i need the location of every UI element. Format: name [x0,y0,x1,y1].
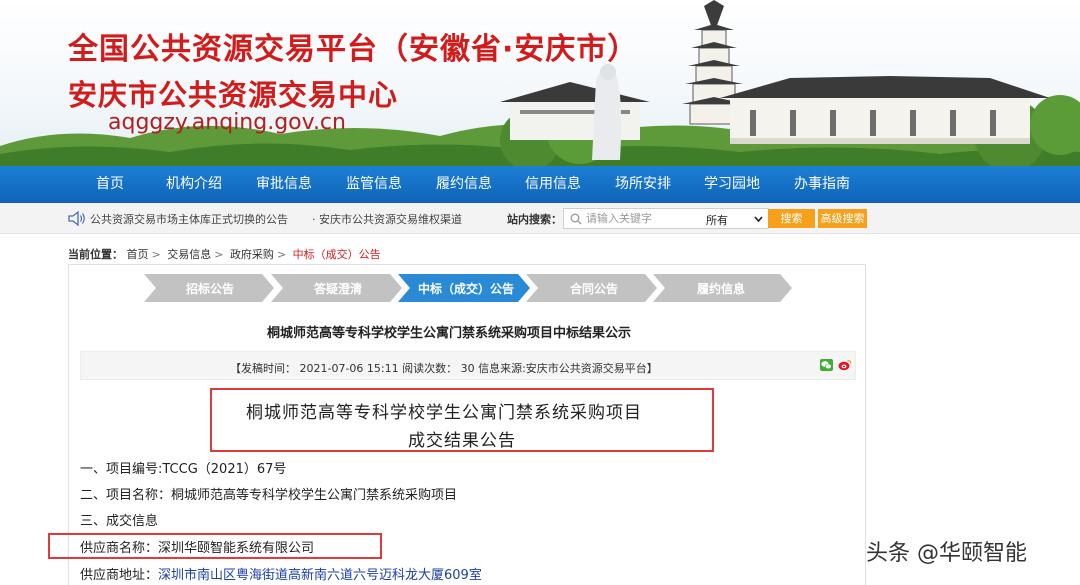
step-label[interactable]: 合同公告 [570,280,618,297]
step-label[interactable]: 招标公告 [186,280,234,297]
step-label-active[interactable]: 中标（成交）公告 [418,280,514,297]
supplier-address-value[interactable]: 深圳市南山区粤海街道高新南六道六号迈科龙大厦609室 [158,568,482,583]
search-input[interactable] [586,211,696,226]
nav-item-credit[interactable]: 信用信息 [525,166,581,203]
nav-item-venue[interactable]: 场所安排 [615,166,671,203]
breadcrumb-current: 中标（成交）公告 [292,248,381,261]
nav-item-supervision[interactable]: 监管信息 [346,166,402,203]
header-banner: 全国公共资源交易平台（安徽省·安庆市） 安庆市公共资源交易中心 aqggzy.a… [0,0,1080,166]
notice-ticker-bar: 公共资源交易市场主体库正式切换的公告 · 安庆市公共资源交易维权渠道 站内搜索： [0,203,1080,234]
search-icon [570,213,582,225]
supplier-address-label: 供应商地址： [80,568,159,583]
breadcrumb-separator: > [276,248,287,261]
step-label[interactable]: 履约信息 [697,280,745,297]
main-nav: 首页 机构介绍 审批信息 监管信息 履约信息 信用信息 场所安排 学习园地 办事… [0,166,1080,203]
award-info-heading: 三、成交信息 [80,514,159,529]
article-title: 桐城师范高等专科学校学生公寓门禁系统采购项目中标结果公示 [267,326,632,341]
site-url: aqggzy.anqing.gov.cn [108,110,346,135]
notice-title-line2: 成交结果公告 [408,431,516,451]
ticker-item[interactable]: 公共资源交易市场主体库正式切换的公告 [90,211,288,227]
platform-title: 全国公共资源交易平台（安徽省·安庆市） [68,32,639,67]
advanced-search-button[interactable]: 高级搜索 [818,209,867,228]
weibo-icon[interactable] [838,358,852,371]
breadcrumb-separator: > [151,248,161,261]
ticker-item[interactable]: · 安庆市公共资源交易维权渠道 [312,211,462,227]
step-label[interactable]: 答疑澄清 [314,280,362,297]
search-button[interactable]: 搜索 [768,209,815,228]
search-box: 所有 [563,208,769,229]
breadcrumb-item[interactable]: 首页 [127,248,149,261]
nav-item-learning[interactable]: 学习园地 [704,166,760,203]
breadcrumb-item[interactable]: 政府采购 [230,248,274,261]
nav-item-performance[interactable]: 履约信息 [436,166,492,203]
supplier-name: 供应商名称：深圳华颐智能系统有限公司 [80,541,315,556]
breadcrumb-label: 当前位置： [68,248,123,261]
search-scope-select[interactable]: 所有 [706,212,728,228]
article-meta: 【发稿时间： 2021-07-06 15:11 阅读次数： 30 信息来源:安庆… [230,362,658,375]
nav-item-about[interactable]: 机构介绍 [166,166,222,203]
project-name: 二、项目名称：桐城师范高等专科学校学生公寓门禁系统采购项目 [80,488,458,503]
chevron-down-icon[interactable] [754,216,763,223]
watermark: 头条 @华颐智能 [866,541,1027,566]
speaker-icon [68,211,85,226]
supplier-address: 供应商地址：深圳市南山区粤海街道高新南六道六号迈科龙大厦609室 [80,564,482,583]
breadcrumb-item[interactable]: 交易信息 [167,248,211,261]
nav-item-home[interactable]: 首页 [96,166,124,203]
search-label: 站内搜索： [507,213,562,226]
wechat-icon[interactable] [820,359,833,371]
project-number: 一、项目编号:TCCG（2021）67号 [80,462,287,477]
nav-item-approval[interactable]: 审批信息 [256,166,312,203]
center-title: 安庆市公共资源交易中心 [68,78,399,112]
nav-item-guide[interactable]: 办事指南 [794,166,850,203]
breadcrumb: 当前位置： 首页 > 交易信息 > 政府采购 > 中标（成交）公告 [68,246,381,262]
notice-title-line1: 桐城师范高等专科学校学生公寓门禁系统采购项目 [246,403,642,423]
breadcrumb-separator: > [214,248,224,261]
